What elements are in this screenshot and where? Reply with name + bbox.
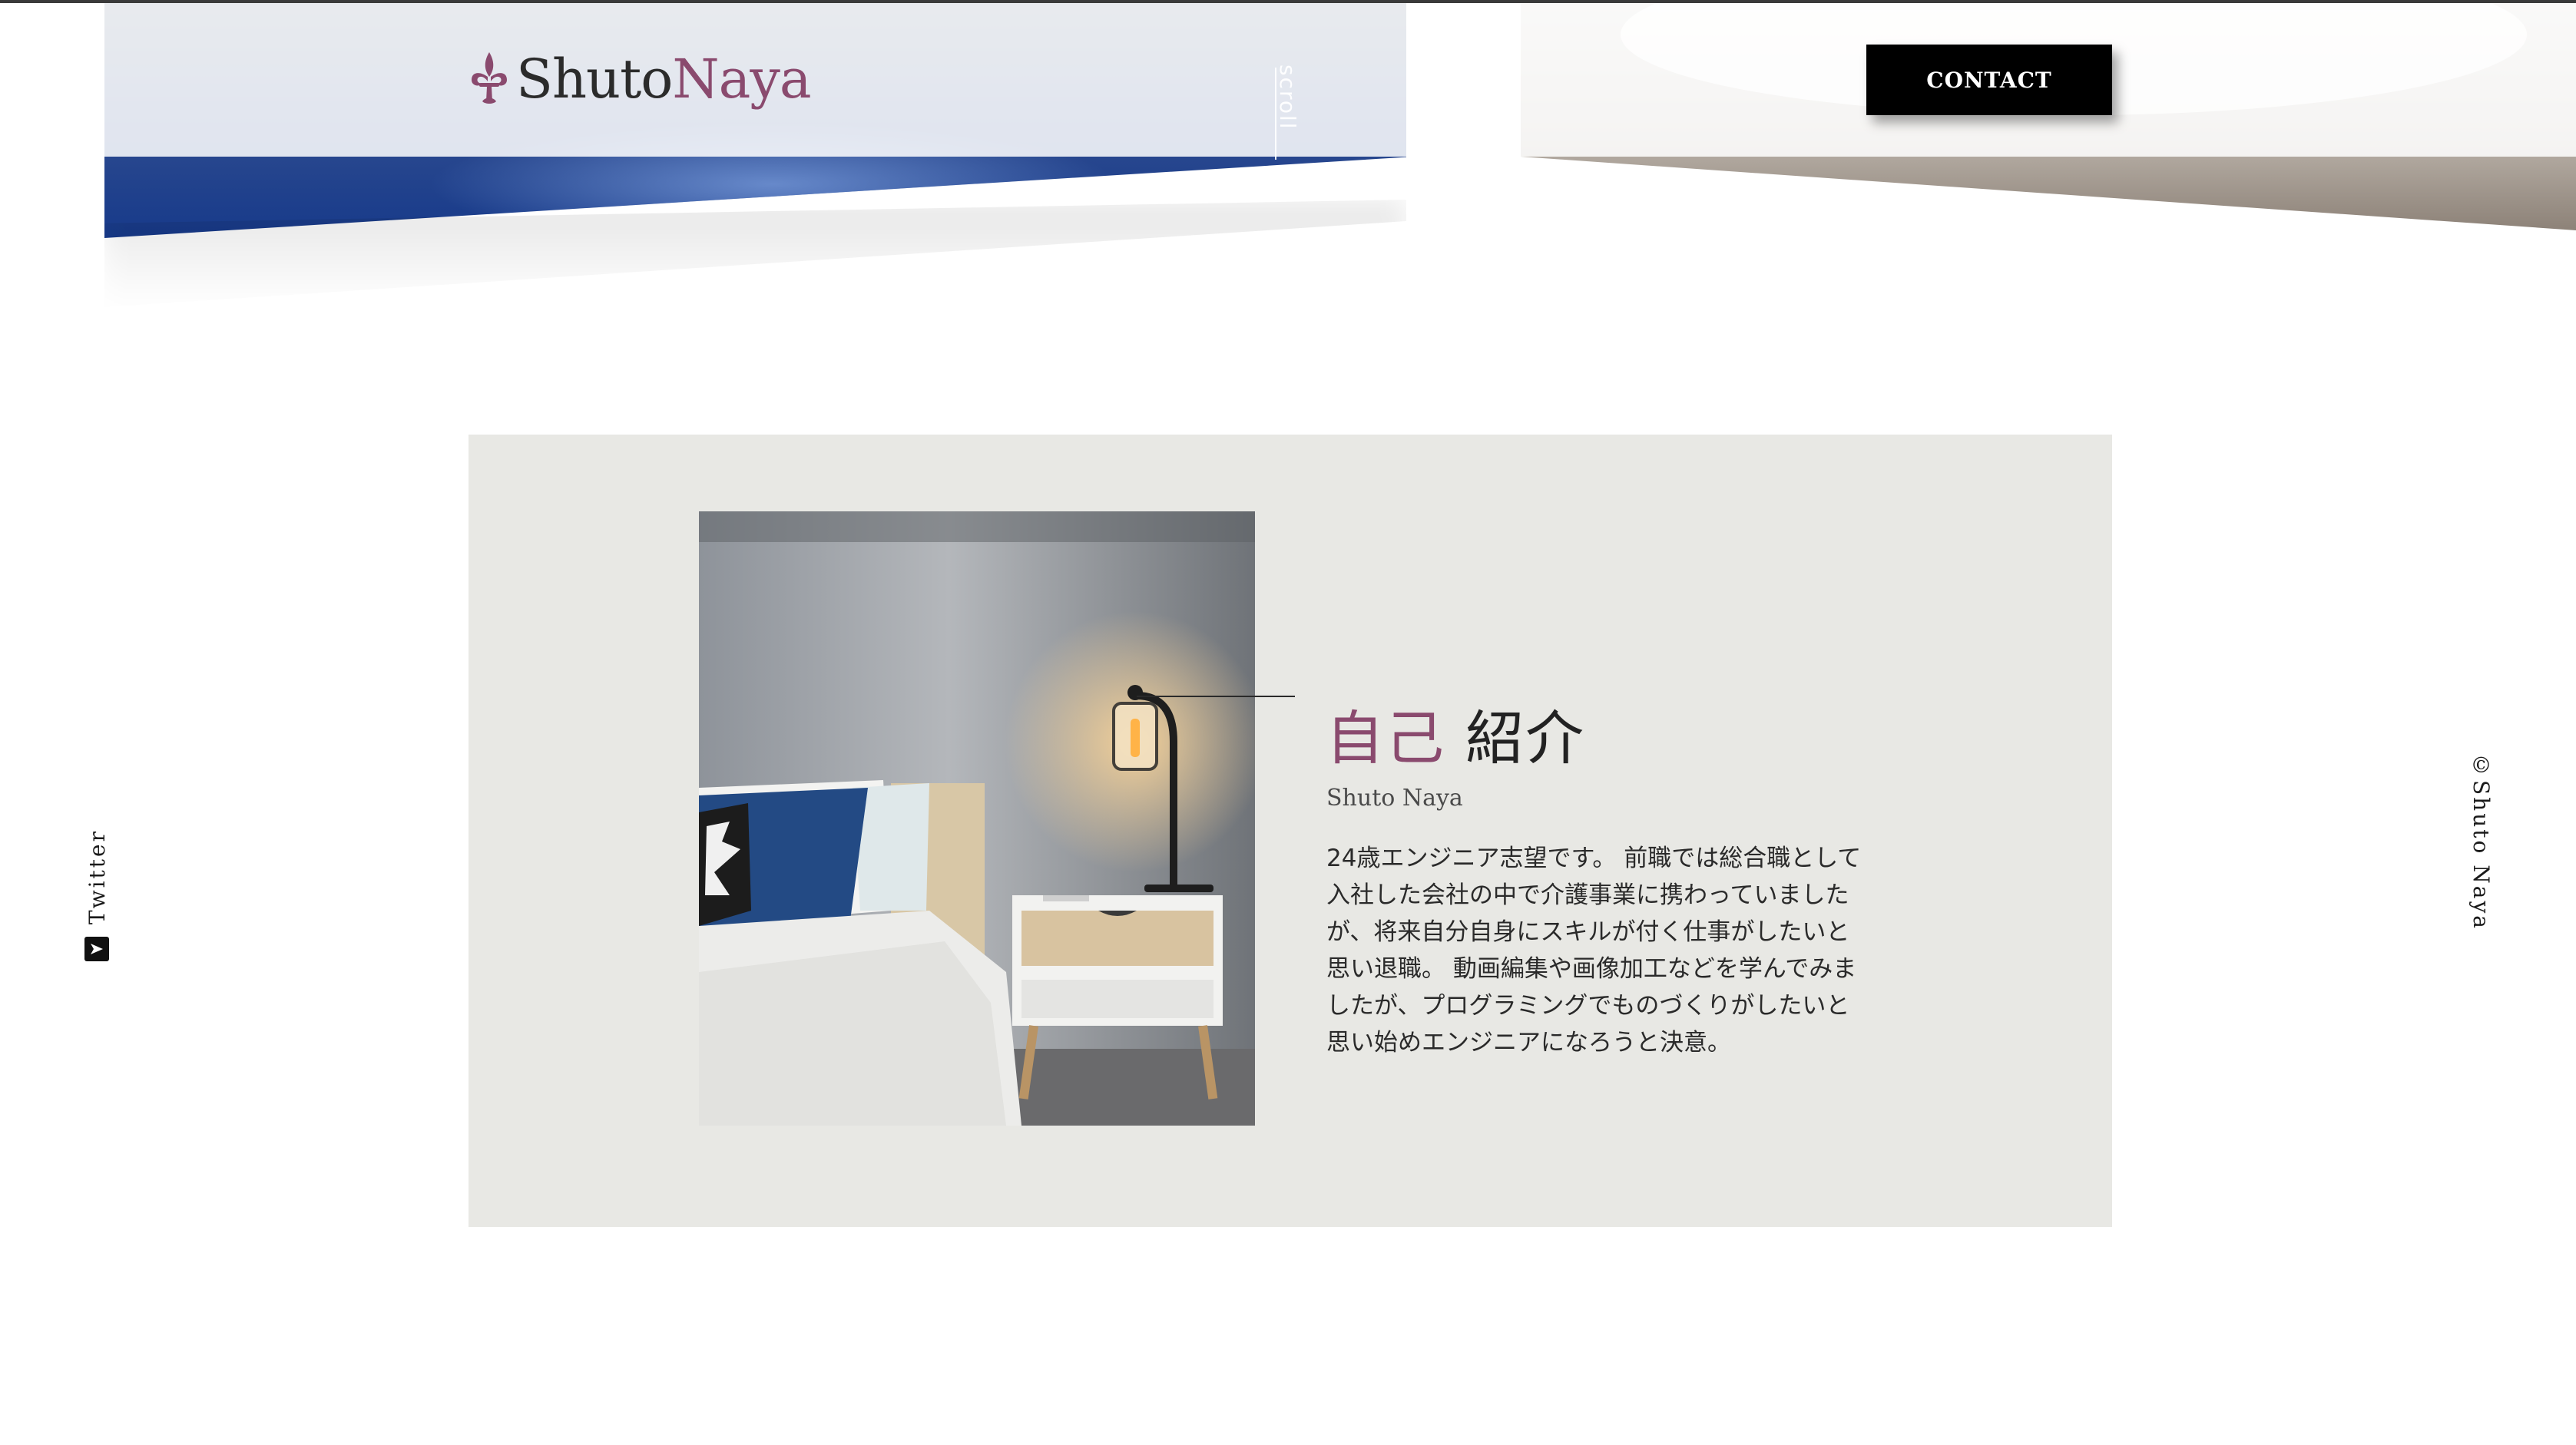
- logo-text-naya: Naya: [672, 48, 811, 111]
- description-line: 24歳エンジニア志望です。 前職では総合職として: [1326, 845, 1862, 872]
- profile-description: 24歳エンジニア志望です。 前職では総合職として 入社した会社の中で介護事業に携…: [1326, 840, 1887, 1061]
- top-border: [0, 0, 2576, 3]
- section-title: 自己 紹介: [1326, 691, 1585, 775]
- description-line: したが、プログラミングでものづくりがしたいと: [1326, 992, 1850, 1020]
- logo-text-shuto: Shuto: [516, 48, 673, 111]
- bedroom-illustration: [699, 511, 1255, 1126]
- description-line: 思い退職。 動画編集や画像加工などを学んでみま: [1326, 955, 1857, 983]
- description-line: が、将来自分自身にスキルが付く仕事がしたいと: [1326, 918, 1850, 946]
- description-line: 入社した会社の中で介護事業に携わっていました: [1326, 881, 1849, 909]
- bedroom-photo: [699, 511, 1255, 1126]
- twitter-icon[interactable]: [84, 937, 109, 961]
- section-title-rest: 紹介: [1465, 704, 1586, 772]
- header-gap: [1406, 3, 1521, 157]
- scroll-indicator: scroll: [1275, 64, 1300, 131]
- profile-name: Shuto Naya: [1326, 785, 1463, 812]
- fleur-de-lis-icon: [472, 52, 507, 104]
- title-connector-line: [1137, 696, 1295, 697]
- site-logo[interactable]: Shuto Naya: [469, 45, 812, 114]
- contact-button[interactable]: CONTACT: [1866, 45, 2112, 115]
- section-title-accent: 自己: [1326, 704, 1445, 772]
- twitter-link[interactable]: Twitter: [84, 829, 110, 924]
- description-line: 思い始めエンジニアになろうと決意。: [1326, 1029, 1731, 1056]
- copyright-text: ©Shuto Naya: [2468, 752, 2494, 931]
